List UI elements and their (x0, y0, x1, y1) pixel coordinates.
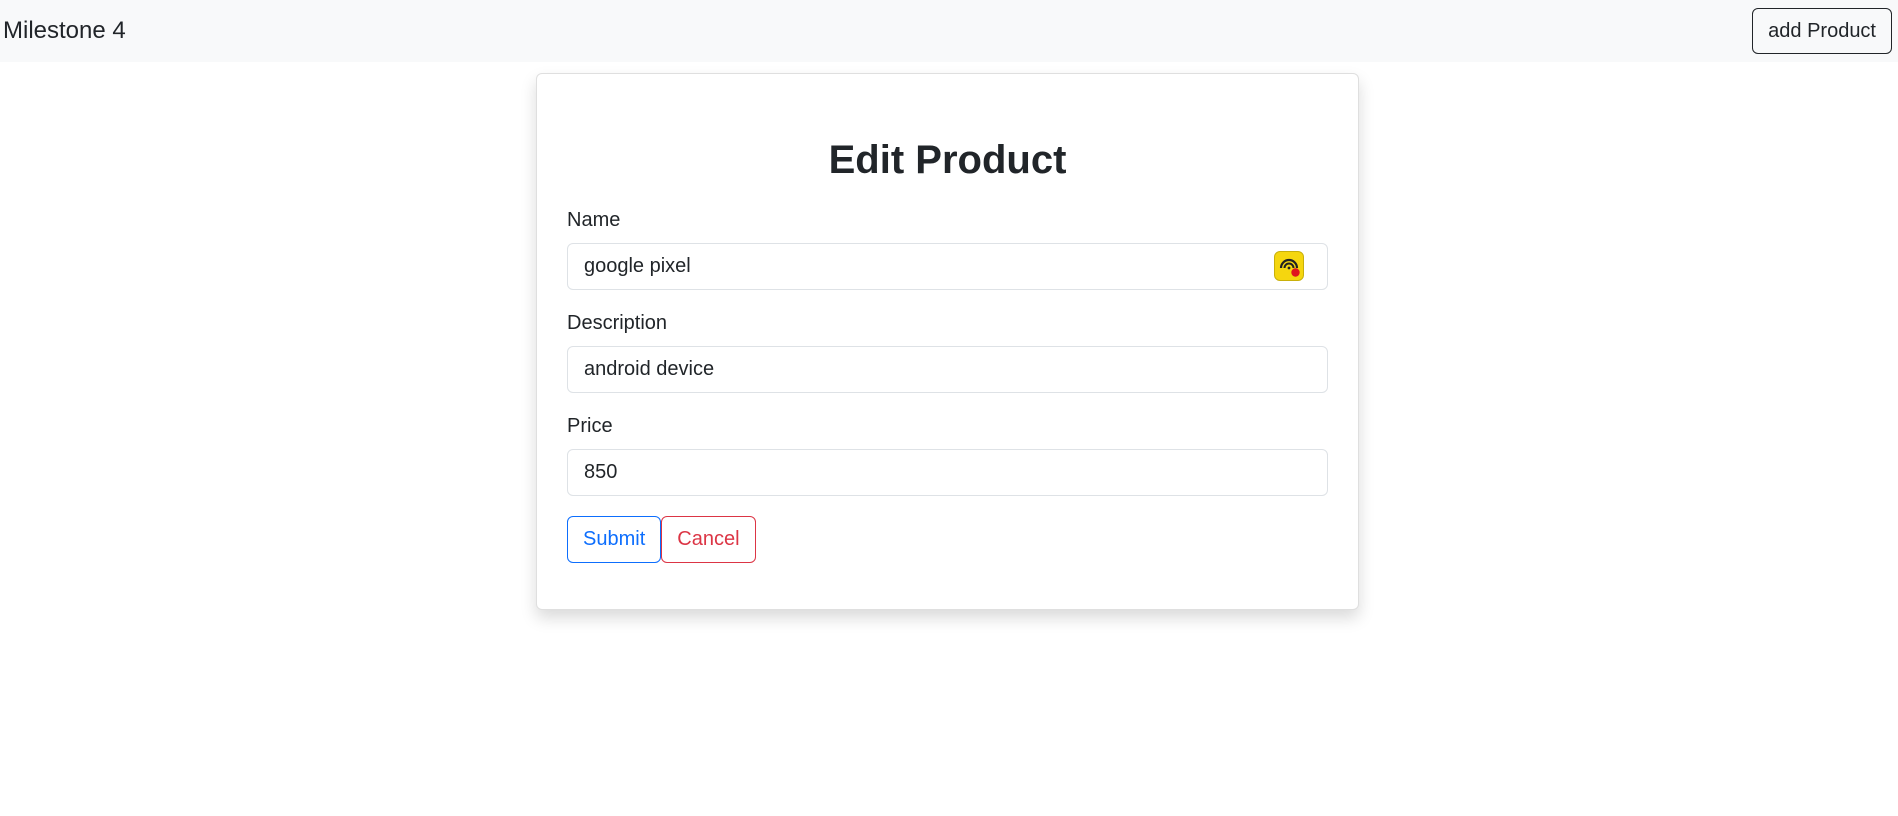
description-input-wrapper (567, 346, 1328, 393)
page-title: Edit Product (828, 138, 1067, 182)
top-navbar: Milestone 4 add Product (0, 0, 1898, 62)
cancel-button[interactable]: Cancel (661, 516, 756, 563)
name-input-wrapper (567, 243, 1328, 290)
edit-product-card: Edit Product Name Description Price (536, 73, 1359, 610)
name-label: Name (567, 209, 621, 231)
price-field-group: Price (567, 411, 1328, 496)
name-input[interactable] (567, 243, 1328, 290)
description-field-group: Description (567, 308, 1328, 393)
price-input-wrapper (567, 449, 1328, 496)
price-input[interactable] (567, 449, 1328, 496)
name-field-group: Name (567, 205, 1328, 290)
price-label: Price (567, 415, 613, 437)
add-product-button[interactable]: add Product (1752, 8, 1892, 54)
submit-button[interactable]: Submit (567, 516, 662, 563)
brand-link[interactable]: Milestone 4 (3, 17, 126, 45)
description-input[interactable] (567, 346, 1328, 393)
password-manager-extension-icon[interactable] (1274, 251, 1304, 281)
description-label: Description (567, 312, 668, 334)
form-actions: Submit Cancel (567, 516, 1328, 563)
